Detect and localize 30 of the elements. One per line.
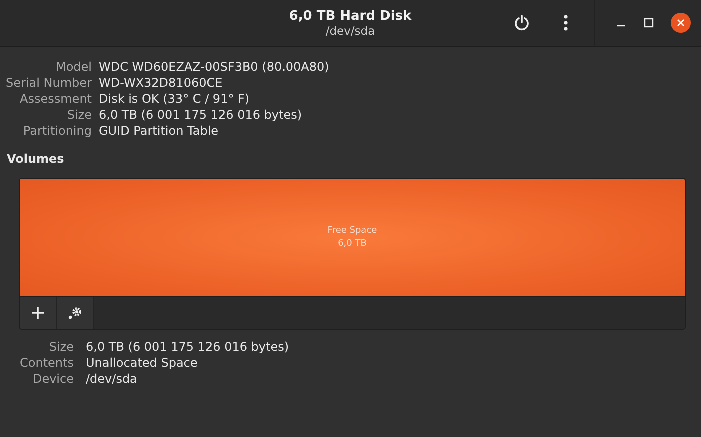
- settings-button[interactable]: [57, 297, 94, 329]
- window-subtitle: /dev/sda: [326, 24, 376, 38]
- property-label: Assessment: [19, 91, 92, 107]
- property-label: Size: [48, 339, 74, 355]
- window-title: 6,0 TB Hard Disk: [289, 8, 412, 24]
- volume-segment[interactable]: Free Space 6,0 TB: [20, 179, 685, 296]
- close-button[interactable]: [671, 13, 691, 33]
- close-icon: [676, 18, 686, 28]
- more-icon: [564, 15, 568, 31]
- add-partition-button[interactable]: [20, 297, 57, 329]
- maximize-icon: [644, 18, 654, 28]
- property-label: Size: [66, 107, 92, 123]
- property-value: WDC WD60EZAZ-00SF3B0 (80.00A80): [99, 59, 330, 75]
- property-label: Serial Number: [5, 75, 92, 91]
- property-label: Contents: [19, 355, 74, 371]
- property-value: Disk is OK (33° C / 91° F): [99, 91, 251, 107]
- property-value: WD-WX32D81060CE: [99, 75, 224, 91]
- plus-icon: [31, 306, 45, 320]
- minimize-icon: [617, 25, 625, 27]
- property-value: 6,0 TB (6 001 175 126 016 bytes): [99, 107, 304, 123]
- power-icon: [514, 15, 530, 31]
- property-value: GUID Partition Table: [99, 123, 220, 139]
- section-heading: Volumes: [7, 152, 66, 166]
- property-value: 6,0 TB (6 001 175 126 016 bytes): [86, 339, 290, 355]
- gears-icon: [67, 306, 83, 320]
- property-label: Model: [54, 59, 92, 75]
- property-label: Partitioning: [22, 123, 92, 139]
- property-value: Unallocated Space: [86, 355, 199, 371]
- property-label: Device: [32, 371, 74, 387]
- property-value: /dev/sda: [86, 371, 138, 387]
